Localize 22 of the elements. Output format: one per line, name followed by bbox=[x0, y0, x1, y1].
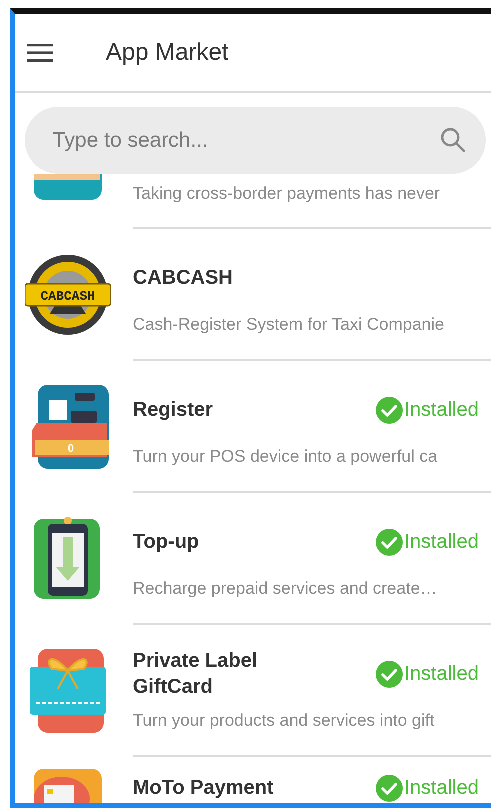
app-name: Private Label GiftCard bbox=[133, 649, 259, 700]
app-description: Turn your products and services into gift bbox=[133, 710, 436, 732]
app-name: Register bbox=[133, 398, 214, 423]
search-icon[interactable] bbox=[440, 127, 466, 153]
app-name: CABCASH bbox=[133, 266, 233, 291]
app-icon bbox=[34, 174, 102, 202]
app-description: Turn your POS device into a powerful ca bbox=[133, 446, 439, 468]
app-description: Recharge prepaid services and create… bbox=[133, 578, 438, 600]
gift-card-icon bbox=[30, 649, 106, 733]
taxi-logo-icon: CABCASH bbox=[25, 254, 111, 336]
search-field[interactable]: Type to search... bbox=[25, 107, 486, 174]
installed-label: Installed bbox=[404, 776, 479, 800]
app-name: MoTo Payment bbox=[133, 776, 274, 801]
app-description: Cash-Register System for Taxi Companie bbox=[133, 314, 446, 336]
app-description: Taking cross-border payments has never bbox=[133, 183, 442, 205]
page-title: App Market bbox=[106, 38, 229, 66]
app-name: Top-up bbox=[133, 530, 200, 555]
installed-label: Installed bbox=[404, 662, 479, 686]
installed-label: Installed bbox=[404, 398, 479, 422]
menu-icon[interactable] bbox=[27, 44, 53, 62]
installed-label: Installed bbox=[404, 530, 479, 554]
phone-download-icon bbox=[34, 517, 102, 601]
